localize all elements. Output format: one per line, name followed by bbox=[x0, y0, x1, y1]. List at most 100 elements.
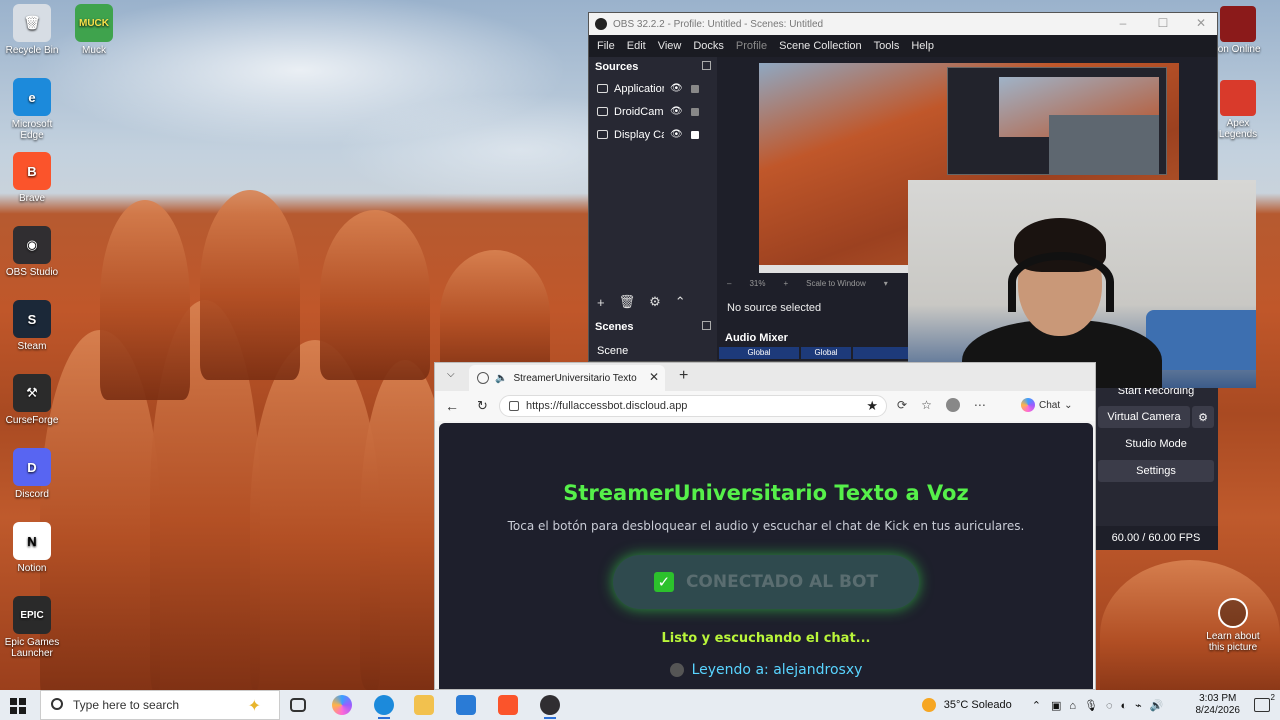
close-tab-icon[interactable]: ✕ bbox=[649, 370, 659, 384]
edge-taskbar-icon[interactable] bbox=[374, 695, 394, 719]
file-explorer-icon[interactable] bbox=[414, 695, 434, 715]
chevron-down-icon[interactable]: ▾ bbox=[884, 279, 888, 288]
background-bed bbox=[1146, 310, 1256, 370]
source-item[interactable]: Display Capture 👁 bbox=[589, 123, 717, 146]
tab-actions-chevron-icon[interactable]: ⌵ bbox=[447, 369, 455, 380]
unlock-icon[interactable] bbox=[690, 84, 699, 93]
undock-icon[interactable] bbox=[702, 61, 711, 70]
menu-help[interactable]: Help bbox=[911, 40, 934, 52]
desktop-icon-muck[interactable]: MUCK Muck bbox=[62, 4, 126, 56]
fps-status: 60.00 / 60.00 FPS bbox=[1094, 526, 1218, 550]
webcam-overlay bbox=[908, 180, 1256, 388]
learn-picture-label: Learn about this picture bbox=[1206, 631, 1260, 653]
extensions-icon[interactable]: ⟳ bbox=[897, 398, 907, 412]
desktop-icon-epic-games-launcher[interactable]: EPIC Epic Games Launcher bbox=[0, 596, 64, 659]
remove-source-icon[interactable]: 🗑 bbox=[619, 294, 636, 310]
desktop-icon-microsoft-edge[interactable]: e Microsoft Edge bbox=[0, 78, 64, 141]
zoom-out-icon[interactable]: – bbox=[727, 279, 731, 288]
reload-icon[interactable]: ↻ bbox=[477, 398, 488, 414]
steam-icon: S bbox=[13, 300, 51, 338]
weather-widget[interactable]: 35°C Soleado bbox=[921, 698, 1012, 712]
mixer-label: Global bbox=[801, 347, 851, 359]
checkmark-icon: ✓ bbox=[653, 572, 674, 592]
eye-icon[interactable]: 👁 bbox=[670, 129, 683, 140]
studio-mode-button[interactable]: Studio Mode bbox=[1098, 433, 1214, 455]
apex-icon bbox=[1220, 80, 1256, 116]
windows-start-icon[interactable] bbox=[10, 698, 26, 714]
obs-taskbar-icon[interactable] bbox=[540, 695, 560, 719]
minimize-button[interactable]: – bbox=[1103, 16, 1143, 30]
notification-icon[interactable]: 2 bbox=[1254, 693, 1275, 712]
desktop-icon-steam[interactable]: S Steam bbox=[0, 300, 64, 352]
virtual-camera-settings-icon[interactable]: ⚙ bbox=[1192, 406, 1214, 428]
zoom-in-icon[interactable]: + bbox=[783, 279, 788, 288]
browser-tab[interactable]: 🔈 StreamerUniversitario Texto a Voz ✕ bbox=[469, 365, 665, 391]
settings-button[interactable]: Settings bbox=[1098, 460, 1214, 482]
notion-icon: N bbox=[13, 522, 51, 560]
obs-titlebar[interactable]: OBS 32.2.2 - Profile: Untitled - Scenes:… bbox=[589, 13, 1217, 35]
camera-source-icon bbox=[597, 107, 608, 116]
search-icon bbox=[51, 698, 63, 710]
copilot-chat-button[interactable]: Chat ⌄ bbox=[1021, 398, 1073, 412]
sources-header: Sources bbox=[589, 57, 717, 77]
desktop-icon-discord[interactable]: D Discord bbox=[0, 448, 64, 500]
desktop-icon-obs-studio[interactable]: ◉ OBS Studio bbox=[0, 226, 64, 278]
reading-line: Leyendo a: alejandrosxy bbox=[439, 662, 1093, 678]
camera-icon bbox=[1218, 598, 1248, 628]
unlock-icon[interactable] bbox=[690, 107, 699, 116]
maximize-button[interactable]: ☐ bbox=[1143, 16, 1183, 30]
task-view-icon[interactable] bbox=[290, 698, 306, 712]
speaker-icon[interactable]: 🔈 bbox=[495, 373, 507, 384]
source-item[interactable]: Application Audio 👁 bbox=[589, 77, 717, 100]
virtual-camera-button[interactable]: Virtual Camera bbox=[1098, 406, 1190, 428]
mail-icon[interactable] bbox=[456, 695, 476, 715]
desktop-icon-brave[interactable]: B Brave bbox=[0, 152, 64, 204]
menu-profile[interactable]: Profile bbox=[736, 40, 767, 52]
desktop-icon-recycle-bin[interactable]: 🗑 Recycle Bin bbox=[0, 4, 64, 56]
menu-tools[interactable]: Tools bbox=[874, 40, 900, 52]
profile-avatar[interactable] bbox=[945, 398, 960, 412]
site-info-icon[interactable] bbox=[509, 401, 519, 411]
chevron-up-icon[interactable]: ⌃ bbox=[1032, 699, 1041, 712]
more-icon[interactable]: ⋯ bbox=[974, 398, 986, 412]
desktop-icon-curseforge[interactable]: ⚒ CurseForge bbox=[0, 374, 64, 426]
eye-icon[interactable]: 👁 bbox=[670, 83, 683, 94]
scale-mode[interactable]: Scale to Window bbox=[806, 279, 866, 288]
sources-title: Sources bbox=[595, 61, 639, 73]
lock-icon[interactable] bbox=[690, 130, 699, 139]
connect-bot-button[interactable]: ✓ CONECTADO AL BOT bbox=[613, 555, 919, 609]
source-item[interactable]: DroidCam 👁 bbox=[589, 100, 717, 123]
page-content: StreamerUniversitario Texto a Voz Toca e… bbox=[439, 423, 1093, 689]
menu-view[interactable]: View bbox=[658, 40, 682, 52]
menu-file[interactable]: File bbox=[597, 40, 615, 52]
new-tab-icon[interactable]: + bbox=[679, 367, 688, 385]
sources-toolbar: + 🗑 ⚙ ⌃ bbox=[589, 291, 717, 313]
copilot-taskbar-icon[interactable] bbox=[332, 695, 352, 715]
add-source-icon[interactable]: + bbox=[597, 295, 605, 310]
menu-edit[interactable]: Edit bbox=[627, 40, 646, 52]
close-button[interactable]: ✕ bbox=[1181, 16, 1217, 30]
menu-docks[interactable]: Docks bbox=[693, 40, 724, 52]
favorite-star-icon[interactable]: ★ bbox=[866, 398, 878, 414]
undock-icon[interactable] bbox=[702, 321, 711, 330]
move-up-icon[interactable]: ⌃ bbox=[675, 294, 686, 310]
system-tray: 35°C Soleado ⌃ ▣⌂🎙◌◐⌁🔊 3:03 PM 8/24/2026… bbox=[921, 690, 1280, 720]
favorites-icon[interactable]: ☆ bbox=[921, 398, 932, 412]
brave-taskbar-icon[interactable] bbox=[498, 695, 518, 715]
back-arrow-icon[interactable]: ← bbox=[445, 398, 459, 414]
browser-toolbar: ⟳ ☆ ⋯ bbox=[897, 398, 986, 412]
clock[interactable]: 3:03 PM 8/24/2026 bbox=[1196, 693, 1241, 717]
eye-icon[interactable]: 👁 bbox=[670, 106, 683, 117]
scene-item[interactable]: Scene bbox=[589, 339, 628, 361]
sun-icon bbox=[921, 698, 936, 712]
source-name: Display Capture bbox=[614, 128, 664, 141]
learn-about-picture[interactable]: Learn about this picture bbox=[1200, 598, 1266, 653]
gear-icon[interactable]: ⚙ bbox=[649, 294, 661, 310]
taskbar-search[interactable]: Type here to search ✦ bbox=[40, 690, 280, 720]
tray-icons[interactable]: ▣⌂🎙◌◐⌁🔊 bbox=[1051, 699, 1172, 712]
time: 3:03 PM bbox=[1199, 693, 1237, 704]
menu-scene-collection[interactable]: Scene Collection bbox=[779, 40, 862, 52]
page-subtitle: Toca el botón para desbloquear el audio … bbox=[507, 519, 1025, 533]
address-bar[interactable]: https://fullaccessbot.discloud.app ★ bbox=[499, 395, 887, 417]
desktop-icon-notion[interactable]: N Notion bbox=[0, 522, 64, 574]
